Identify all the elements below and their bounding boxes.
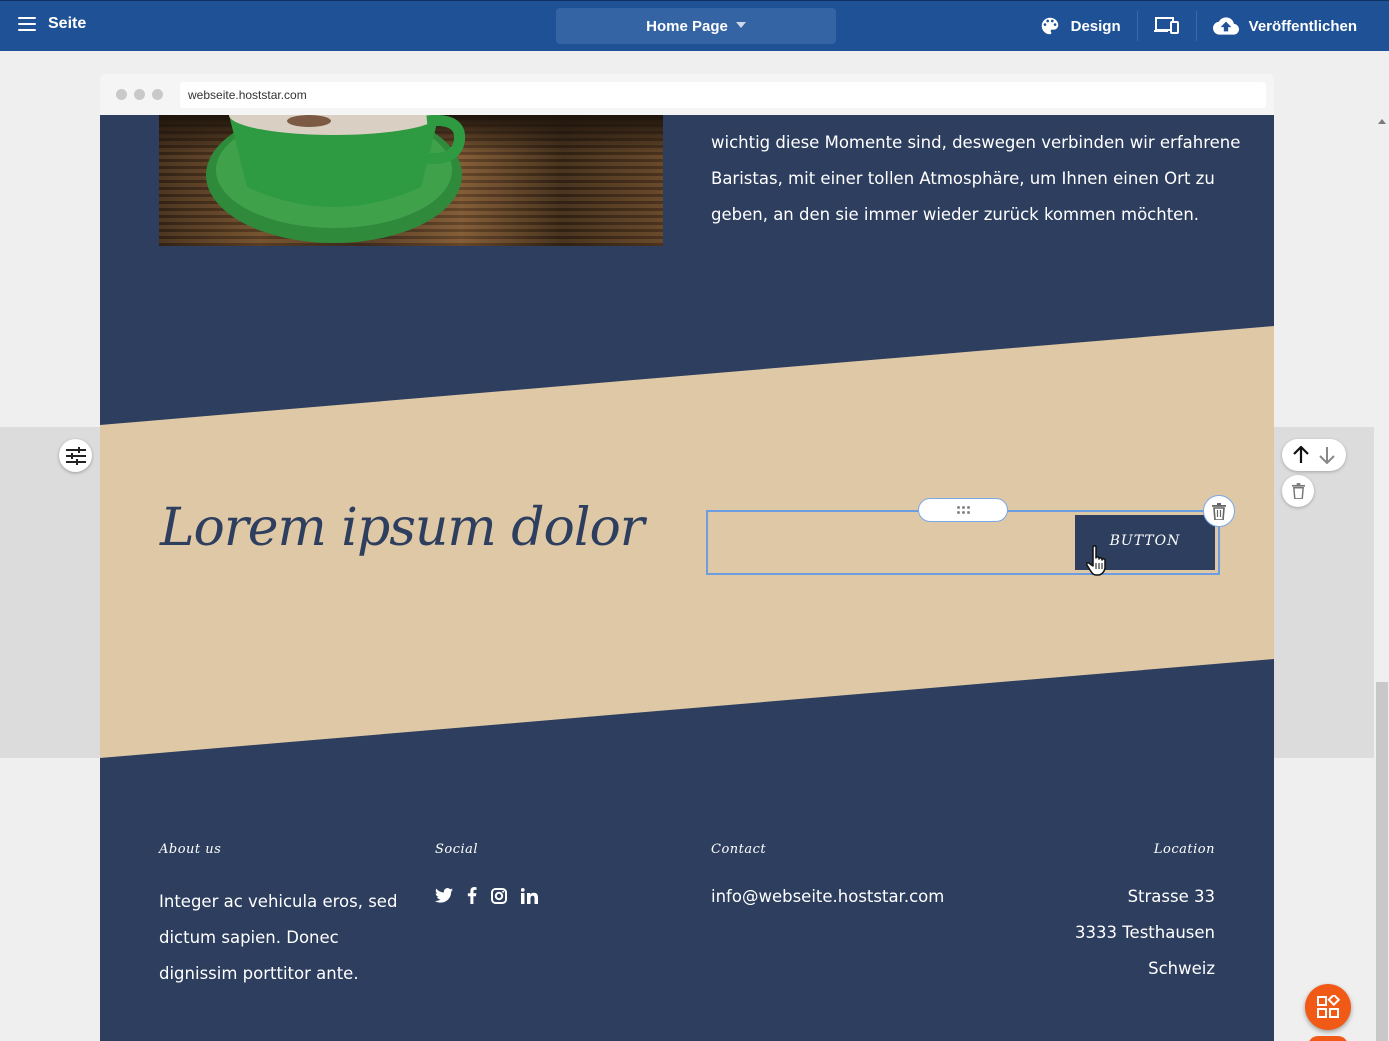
footer-about-column: About us Integer ac vehicula eros, sed d… xyxy=(159,842,399,992)
section-settings-button[interactable] xyxy=(59,439,92,472)
instagram-icon[interactable] xyxy=(491,887,507,904)
drag-handle[interactable] xyxy=(918,498,1008,522)
footer-contact-heading: Contact xyxy=(711,842,767,857)
toolbar-actions: Design Veröffentlichen xyxy=(1023,1,1373,51)
trash-icon xyxy=(1291,483,1305,499)
window-dot xyxy=(116,89,127,100)
add-element-fab[interactable] xyxy=(1305,984,1351,1030)
scroll-up-arrow-icon[interactable] xyxy=(1378,119,1386,124)
move-down-icon[interactable] xyxy=(1319,446,1335,464)
window-dot xyxy=(134,89,145,100)
footer-location-address: Strasse 33 3333 Testhausen Schweiz xyxy=(1015,879,1215,987)
twitter-icon[interactable] xyxy=(435,888,453,903)
footer-about-heading: About us xyxy=(159,842,222,857)
design-button[interactable]: Design xyxy=(1023,11,1137,41)
secondary-fab[interactable] xyxy=(1308,1036,1348,1041)
caret-down-icon xyxy=(735,22,746,28)
footer-contact-email[interactable]: info@webseite.hoststar.com xyxy=(711,879,1011,915)
footer-location-heading: Location xyxy=(1153,842,1215,857)
devices-icon xyxy=(1153,17,1179,34)
linkedin-icon[interactable] xyxy=(521,887,538,904)
website-preview: wichtig diese Momente sind, deswegen ver… xyxy=(100,115,1274,1041)
publish-button[interactable]: Veröffentlichen xyxy=(1197,11,1373,41)
social-icons xyxy=(435,887,635,904)
widgets-icon xyxy=(1317,995,1340,1018)
scrollbar-thumb[interactable] xyxy=(1376,682,1388,1041)
address-line: 3333 Testhausen xyxy=(1075,923,1215,942)
browser-frame: webseite.hoststar.com xyxy=(100,74,1274,115)
sliders-icon xyxy=(65,446,86,465)
footer-social-column: Social xyxy=(435,842,635,904)
section-heading[interactable]: Lorem ipsum dolor xyxy=(160,498,645,558)
section-move-controls xyxy=(1282,439,1346,471)
address-line: Schweiz xyxy=(1148,959,1215,978)
move-up-icon[interactable] xyxy=(1293,446,1309,464)
delete-section-button[interactable] xyxy=(1282,475,1314,507)
trash-icon xyxy=(1212,502,1226,520)
scrollbar[interactable] xyxy=(1375,51,1389,1041)
drag-grip-icon xyxy=(956,506,970,514)
footer-social-heading: Social xyxy=(435,842,479,857)
footer-about-text: Integer ac vehicula eros, sed dictum sap… xyxy=(159,892,398,983)
publish-label: Veröffentlichen xyxy=(1248,17,1357,35)
window-dot xyxy=(152,89,163,100)
editor-toolbar: Seite Home Page Design Veröffentlichen xyxy=(0,0,1389,51)
facebook-icon[interactable] xyxy=(467,887,477,904)
page-selector-value: Home Page xyxy=(646,17,728,35)
page-menu-button[interactable]: Seite xyxy=(18,15,86,33)
address-line: Strasse 33 xyxy=(1127,887,1215,906)
delete-element-button[interactable] xyxy=(1203,495,1235,527)
hand-cursor-icon xyxy=(1086,545,1106,576)
hamburger-icon xyxy=(18,17,36,31)
cloud-upload-icon xyxy=(1212,17,1239,35)
footer-contact-column: Contact info@webseite.hoststar.com xyxy=(711,842,1011,915)
responsive-preview-button[interactable] xyxy=(1138,11,1196,41)
design-label: Design xyxy=(1070,17,1121,35)
url-bar: webseite.hoststar.com xyxy=(180,82,1266,108)
palette-icon xyxy=(1041,17,1058,35)
page-selector-dropdown[interactable]: Home Page xyxy=(556,8,836,44)
footer-location-column: Location Strasse 33 3333 Testhausen Schw… xyxy=(1015,842,1215,987)
page-menu-label: Seite xyxy=(48,15,87,32)
